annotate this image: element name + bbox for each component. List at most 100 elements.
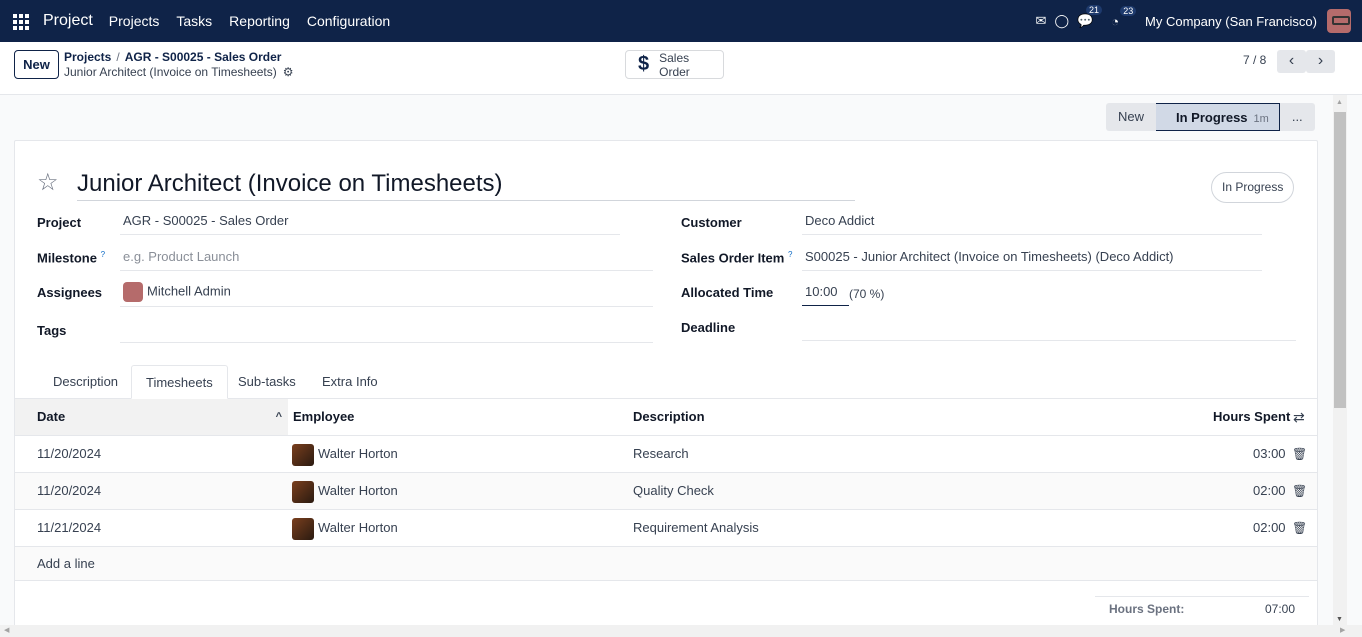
row-hours: 02:00 xyxy=(1253,483,1286,498)
row-employee: Walter Horton xyxy=(292,510,398,546)
current-record: Junior Architect (Invoice on Timesheets) xyxy=(64,65,277,79)
sales-order-item-label-text: Sales Order Item xyxy=(681,250,785,266)
help-icon[interactable]: ? xyxy=(788,250,792,259)
row-employee: Walter Horton xyxy=(292,436,398,472)
stage-duration: 1m xyxy=(1253,113,1269,125)
optional-columns-icon[interactable]: ⇄ xyxy=(1293,399,1305,435)
assignees-field[interactable]: Mitchell Admin xyxy=(120,282,653,307)
scroll-left-icon[interactable]: ◀ xyxy=(4,626,9,634)
row-date: 11/20/2024 xyxy=(37,446,102,461)
sales-order-item-label: Sales Order Item ? xyxy=(681,250,792,265)
timesheets-table: Date ^ Employee Description Hours Spent ⇄… xyxy=(15,399,1317,581)
employee-name: Walter Horton xyxy=(318,446,398,461)
apps-menu-icon[interactable] xyxy=(13,14,29,30)
scroll-down-icon[interactable]: ▼ xyxy=(1336,616,1343,623)
hours-spent-total-value: 07:00 xyxy=(1264,602,1295,616)
sales-order-smart-button[interactable]: $ Sales Order xyxy=(625,50,724,79)
task-title-input[interactable]: Junior Architect (Invoice on Timesheets) xyxy=(77,170,855,201)
assignee-name: Mitchell Admin xyxy=(147,283,231,299)
notebook-tabs: Description Timesheets Sub-tasks Extra I… xyxy=(15,365,1317,399)
row-description: Requirement Analysis xyxy=(633,520,759,535)
tab-timesheets[interactable]: Timesheets xyxy=(131,365,228,399)
row-date: 11/20/2024 xyxy=(37,483,102,498)
pager-next-button[interactable]: › xyxy=(1306,50,1335,73)
tab-sub-tasks[interactable]: Sub-tasks xyxy=(224,365,310,399)
scrollbar-thumb[interactable] xyxy=(1334,112,1346,408)
activities-icon[interactable]: ◔ 23 xyxy=(1111,5,1137,29)
hours-spent-total: Hours Spent: 07:00 xyxy=(1095,596,1309,626)
vertical-scrollbar[interactable]: ▲ ▼ xyxy=(1333,95,1347,625)
mail-icon[interactable]: ✉ xyxy=(1036,13,1047,29)
form-sheet: ☆ Junior Architect (Invoice on Timesheet… xyxy=(14,140,1318,630)
trash-icon[interactable]: 🗑 xyxy=(1292,473,1307,509)
messages-icon[interactable]: 💬 21 xyxy=(1077,5,1103,29)
activities-badge: 23 xyxy=(1120,5,1137,16)
add-line-link[interactable]: Add a line xyxy=(15,547,1317,581)
table-row[interactable]: 11/20/2024 Walter Horton Quality Check 0… xyxy=(15,473,1317,510)
new-button[interactable]: New xyxy=(14,50,59,79)
breadcrumb-current: Junior Architect (Invoice on Timesheets)… xyxy=(64,65,294,79)
trash-icon[interactable]: 🗑 xyxy=(1292,436,1307,472)
column-date-label: Date xyxy=(37,409,66,424)
chevron-right-icon: › xyxy=(1317,52,1324,69)
company-switcher[interactable]: My Company (San Francisco) xyxy=(1145,14,1317,29)
help-icon[interactable]: ? xyxy=(101,250,105,259)
row-hours: 02:00 xyxy=(1253,520,1286,535)
column-description[interactable]: Description xyxy=(633,399,705,435)
top-navbar: Project Projects Tasks Reporting Configu… xyxy=(0,0,1362,42)
menu-reporting[interactable]: Reporting xyxy=(229,13,290,29)
menu-configuration[interactable]: Configuration xyxy=(307,13,390,29)
tab-description[interactable]: Description xyxy=(39,365,132,399)
user-avatar[interactable] xyxy=(1327,9,1351,33)
column-employee[interactable]: Employee xyxy=(293,399,354,435)
task-state-button[interactable]: In Progress xyxy=(1211,172,1295,203)
stage-in-progress-label: In Progress xyxy=(1176,110,1248,125)
deadline-label: Deadline xyxy=(681,320,736,335)
menu-projects[interactable]: Projects xyxy=(109,13,160,29)
scroll-right-icon[interactable]: ▶ xyxy=(1340,626,1345,634)
horizontal-scrollbar[interactable]: ◀ ▶ xyxy=(0,625,1362,637)
hours-spent-total-label: Hours Spent: xyxy=(1109,602,1185,616)
employee-name: Walter Horton xyxy=(318,520,398,535)
breadcrumb: Projects / AGR - S00025 - Sales Order xyxy=(64,50,281,64)
deadline-field[interactable] xyxy=(802,319,1296,341)
row-hours: 03:00 xyxy=(1253,446,1286,461)
dollar-icon: $ xyxy=(638,53,650,75)
column-hours-spent[interactable]: Hours Spent xyxy=(1213,399,1290,435)
sales-order-item-field[interactable]: S00025 - Junior Architect (Invoice on Ti… xyxy=(802,249,1262,271)
scroll-up-icon[interactable]: ▲ xyxy=(1336,99,1343,106)
table-row[interactable]: 11/20/2024 Walter Horton Research 03:00 … xyxy=(15,436,1317,473)
gear-icon[interactable]: ⚙ xyxy=(283,65,294,79)
allocated-time-label: Allocated Time xyxy=(681,285,774,300)
table-row[interactable]: 11/21/2024 Walter Horton Requirement Ana… xyxy=(15,510,1317,547)
column-date[interactable]: Date ^ xyxy=(15,399,288,435)
pager-previous-button[interactable]: ‹ xyxy=(1277,50,1306,73)
tags-label: Tags xyxy=(37,323,67,338)
customer-field[interactable]: Deco Addict xyxy=(802,213,1262,235)
messages-badge: 21 xyxy=(1086,5,1103,15)
sales-order-label: Sales Order xyxy=(659,50,690,79)
stage-in-progress[interactable]: In Progress 1m xyxy=(1156,103,1280,131)
star-icon[interactable]: ☆ xyxy=(37,168,59,197)
allocated-time-field[interactable]: 10:00 xyxy=(802,284,849,306)
stage-more[interactable]: ... xyxy=(1280,103,1315,131)
employee-avatar xyxy=(292,480,314,503)
breadcrumb-project[interactable]: AGR - S00025 - Sales Order xyxy=(125,50,282,64)
tags-field[interactable] xyxy=(120,321,653,343)
menu-tasks[interactable]: Tasks xyxy=(176,13,212,29)
employee-name: Walter Horton xyxy=(318,483,398,498)
milestone-field[interactable]: e.g. Product Launch xyxy=(120,249,653,271)
row-employee: Walter Horton xyxy=(292,473,398,509)
stage-statusbar: New In Progress 1m ... xyxy=(1106,103,1315,131)
whatsapp-icon[interactable]: ◯ xyxy=(1054,13,1069,29)
trash-icon[interactable]: 🗑 xyxy=(1292,510,1307,546)
assignee-avatar xyxy=(123,282,143,302)
project-field[interactable]: AGR - S00025 - Sales Order xyxy=(120,213,620,235)
pager-value: 7 / 8 xyxy=(1243,53,1267,67)
stage-new[interactable]: New xyxy=(1106,103,1156,131)
app-name[interactable]: Project xyxy=(43,12,93,30)
breadcrumb-projects[interactable]: Projects xyxy=(64,50,111,64)
chevron-left-icon: ‹ xyxy=(1288,52,1295,69)
tab-extra-info[interactable]: Extra Info xyxy=(308,365,392,399)
breadcrumb-separator: / xyxy=(116,50,120,64)
